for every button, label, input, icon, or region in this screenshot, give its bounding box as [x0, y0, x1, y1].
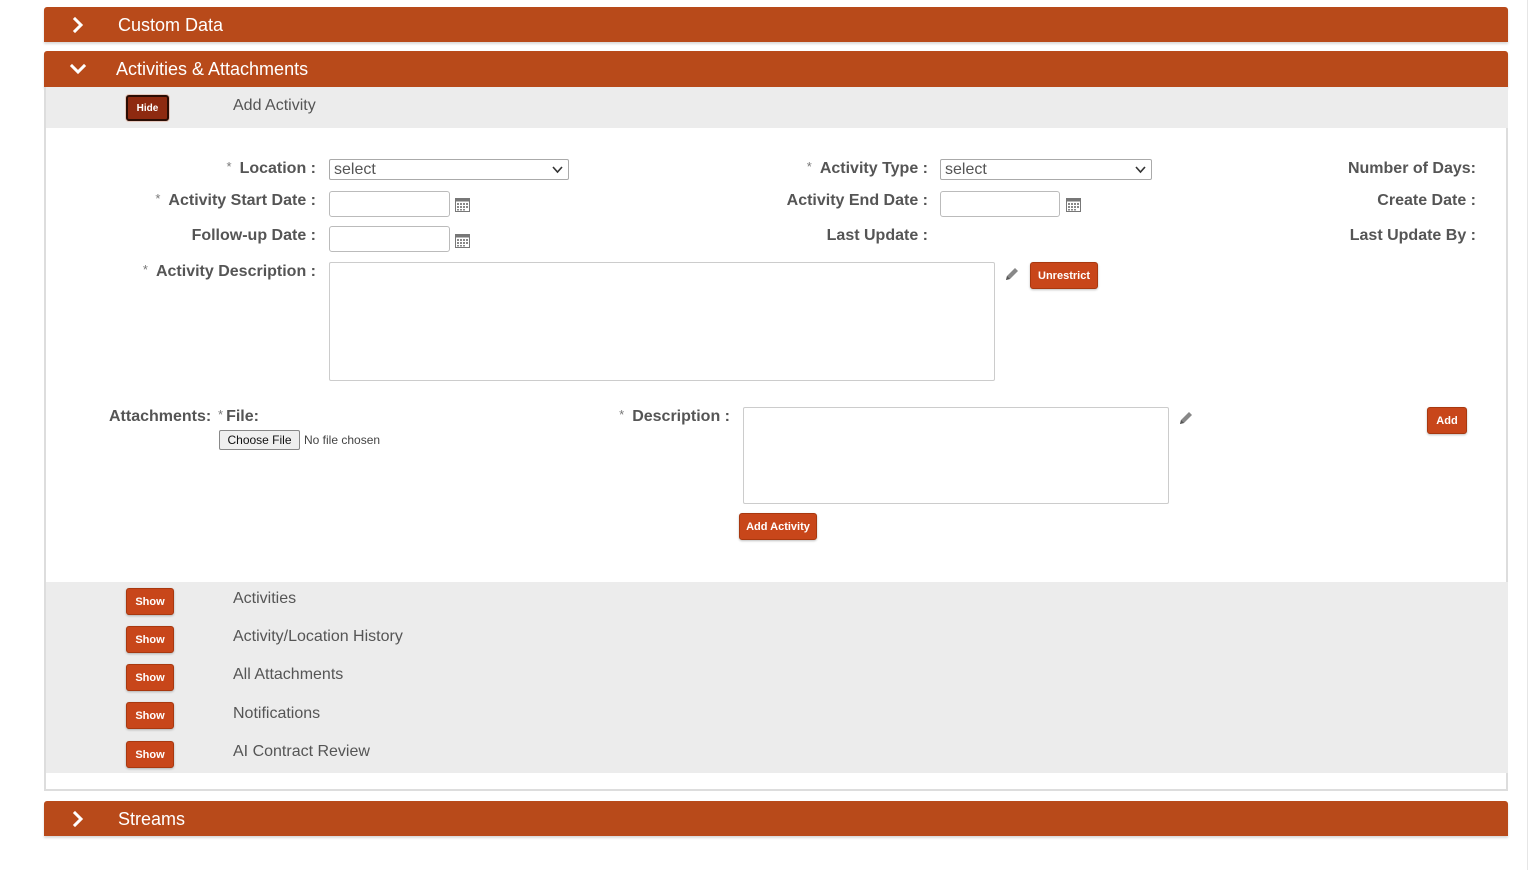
- calendar-icon[interactable]: [455, 233, 470, 248]
- chevron-down-icon: [68, 59, 88, 79]
- chevron-right-icon: [68, 15, 88, 35]
- pencil-icon[interactable]: [1178, 410, 1194, 426]
- chevron-down-icon: [552, 165, 563, 173]
- add-activity-title: Add Activity: [233, 97, 316, 114]
- add-attachment-button[interactable]: Add: [1427, 407, 1467, 434]
- hide-add-activity-button[interactable]: Hide: [126, 95, 169, 121]
- activity-type-select[interactable]: select: [940, 159, 1152, 180]
- end-date-label: Activity End Date :: [786, 192, 928, 209]
- followup-date-label: Follow-up Date :: [191, 227, 316, 244]
- subsection-title: Activity/Location History: [233, 628, 403, 645]
- location-label: * Location :: [226, 159, 317, 177]
- activity-description-textarea[interactable]: [329, 262, 995, 381]
- section-streams[interactable]: Streams: [44, 801, 1508, 836]
- unrestrict-button[interactable]: Unrestrict: [1030, 262, 1098, 289]
- section-title: Activities & Attachments: [116, 59, 309, 79]
- subsection-title: AI Contract Review: [233, 743, 370, 760]
- start-date-input[interactable]: [329, 191, 450, 217]
- scrollbar-track[interactable]: [1527, 0, 1528, 870]
- attachment-description-textarea[interactable]: [743, 407, 1169, 504]
- show-activity-location-history-button[interactable]: Show: [126, 626, 174, 653]
- activities-panel: Hide Add Activity * Location : select * Ac…: [44, 87, 1508, 791]
- attachment-description-label: * Description :: [619, 407, 730, 425]
- section-title: Custom Data: [118, 14, 224, 35]
- pencil-icon[interactable]: [1004, 266, 1020, 282]
- show-ai-contract-review-button[interactable]: Show: [126, 741, 174, 768]
- subsection-title: Notifications: [233, 705, 321, 722]
- subsection-title: Activities: [233, 590, 297, 607]
- section-activities-attachments[interactable]: Activities & Attachments: [44, 51, 1508, 87]
- section-title: Streams: [118, 808, 186, 829]
- create-date-label: Create Date :: [1377, 192, 1476, 209]
- followup-date-input[interactable]: [329, 226, 450, 252]
- show-activities-button[interactable]: Show: [126, 588, 174, 615]
- calendar-icon[interactable]: [1066, 197, 1081, 212]
- no-file-text: No file chosen: [304, 433, 381, 447]
- attachments-label: Attachments:: [109, 408, 212, 425]
- add-activity-button[interactable]: Add Activity: [739, 513, 817, 540]
- file-label: * File:: [218, 407, 259, 425]
- section-custom-data[interactable]: Custom Data: [44, 7, 1508, 42]
- last-update-label: Last Update :: [826, 227, 928, 244]
- activity-description-label: * Activity Description :: [142, 262, 316, 280]
- show-all-attachments-button[interactable]: Show: [126, 664, 174, 691]
- start-date-label: * Activity Start Date :: [155, 191, 316, 209]
- last-update-by-label: Last Update By :: [1349, 227, 1476, 244]
- number-of-days-label: Number of Days:: [1347, 160, 1476, 177]
- calendar-icon[interactable]: [455, 197, 470, 212]
- choose-file-button[interactable]: Choose File: [219, 430, 300, 450]
- chevron-down-icon: [1135, 165, 1146, 173]
- chevron-right-icon: [68, 809, 88, 829]
- subsection-title: All Attachments: [233, 666, 344, 683]
- activity-type-label: * Activity Type :: [806, 159, 928, 177]
- location-select[interactable]: select: [329, 159, 569, 180]
- end-date-input[interactable]: [940, 191, 1060, 217]
- show-notifications-button[interactable]: Show: [126, 702, 174, 729]
